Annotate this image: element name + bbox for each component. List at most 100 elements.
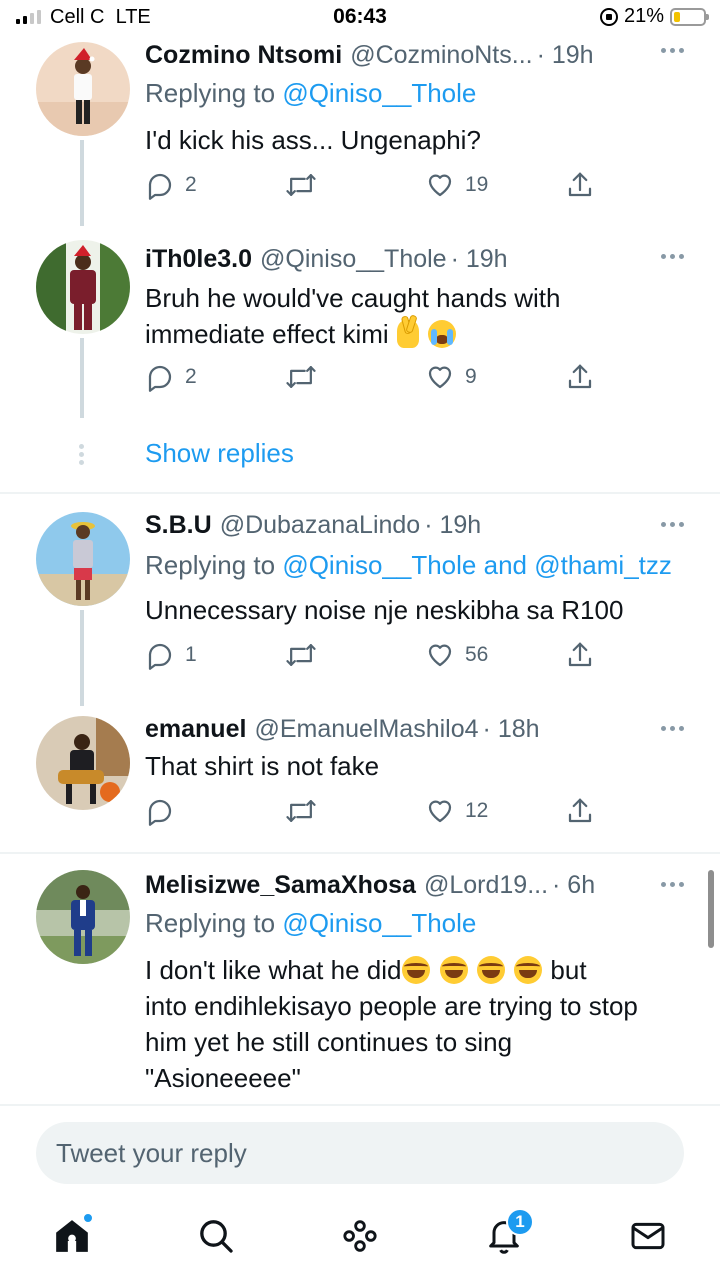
more-icon[interactable] [661, 726, 684, 731]
share-button[interactable] [565, 640, 595, 670]
thread-continuation-dots [79, 444, 84, 465]
reply-button[interactable]: 2 [145, 362, 197, 392]
reply-count: 2 [185, 365, 197, 388]
mail-icon [631, 1222, 665, 1250]
tweet-actions: 2 9 [145, 362, 605, 394]
tweet[interactable]: Cozmino Ntsomi @CozminoNts... · 19h Repl… [0, 36, 720, 226]
tweet-text: Unnecessary noise nje neskibha sa R100 [145, 595, 624, 625]
like-icon [428, 366, 452, 389]
replying-to: Replying to @Qiniso__Thole and @thami_tz… [145, 550, 672, 580]
reply-icon [148, 799, 172, 826]
tweet-time[interactable]: · 6h [552, 871, 595, 900]
thread-line [80, 610, 84, 706]
like-button[interactable]: 12 [425, 796, 488, 826]
crossed-fingers-emoji [396, 320, 419, 348]
more-icon[interactable] [661, 48, 684, 53]
like-button[interactable]: 56 [425, 640, 488, 670]
retweet-button[interactable] [285, 362, 317, 392]
replying-to: Replying to @Qiniso__Thole [145, 78, 477, 108]
laughing-emoji [476, 956, 505, 984]
reply-count: 1 [185, 643, 197, 666]
like-icon [428, 800, 452, 823]
scrollbar[interactable] [708, 870, 714, 948]
avatar[interactable] [36, 240, 130, 334]
nav-spaces[interactable] [338, 1214, 382, 1258]
reply-icon [148, 365, 172, 392]
share-icon [568, 642, 592, 667]
tweet-text: Bruh he would've caught hands with immed… [145, 283, 561, 349]
more-icon[interactable] [661, 254, 684, 259]
mention-link[interactable]: @Qiniso__Thole [282, 78, 476, 108]
tweet-text: That shirt is not fake [145, 751, 380, 781]
retweet-button[interactable] [285, 170, 317, 200]
tweet[interactable]: emanuel @EmanuelMashilo4 · 18h That shir… [0, 706, 720, 852]
more-icon[interactable] [661, 882, 684, 887]
share-button[interactable] [565, 170, 595, 200]
thread-line [80, 338, 84, 418]
like-count: 56 [465, 643, 489, 666]
mention-link[interactable]: @Qiniso__Thole [282, 908, 476, 938]
tweet-time[interactable]: · 18h [483, 715, 540, 744]
like-button[interactable]: 19 [425, 170, 488, 200]
show-replies-link[interactable]: Show replies [145, 438, 294, 469]
search-icon [200, 1220, 233, 1253]
orientation-lock-icon [599, 7, 618, 26]
user-handle[interactable]: @CozminoNts... [350, 41, 532, 70]
user-handle[interactable]: @DubazanaLindo [220, 511, 421, 540]
reply-icon [148, 643, 172, 670]
like-button[interactable]: 9 [425, 362, 477, 392]
avatar[interactable] [36, 870, 130, 964]
retweet-icon [286, 800, 316, 822]
reply-button[interactable]: 1 [145, 640, 197, 670]
user-handle[interactable]: @EmanuelMashilo4 [254, 715, 478, 744]
display-name[interactable]: S.B.U [145, 511, 212, 540]
reply-input[interactable] [36, 1122, 684, 1184]
battery-percent: 21% [623, 5, 664, 27]
laughing-emoji [514, 956, 543, 984]
share-button[interactable] [565, 362, 595, 392]
share-button[interactable] [565, 796, 595, 826]
tweet-actions: 12 [145, 796, 605, 828]
reply-button[interactable] [145, 796, 185, 826]
laughing-emoji [402, 956, 431, 984]
share-icon [568, 364, 592, 389]
tweet[interactable]: iTh0le3.0 @Qiniso__Thole · 19h Bruh he w… [0, 226, 720, 426]
tweet-text: I'd kick his ass... Ungenaphi? [145, 125, 481, 155]
notification-badge: 1 [506, 1208, 534, 1236]
nav-messages[interactable] [626, 1214, 670, 1258]
reply-composer [0, 1104, 720, 1200]
user-handle[interactable]: @Qiniso__Thole [260, 245, 447, 274]
user-handle[interactable]: @Lord19... [424, 871, 548, 900]
tweet-time[interactable]: · 19h [451, 245, 508, 274]
tweet-time[interactable]: · 19h [424, 511, 481, 540]
retweet-icon [286, 366, 316, 388]
mention-link[interactable]: @thami_tzz [534, 550, 672, 580]
laughing-emoji [439, 956, 468, 984]
tweet-actions: 2 19 [145, 170, 605, 202]
tweet[interactable]: S.B.U @DubazanaLindo · 19h Replying to @… [0, 494, 720, 706]
nav-search[interactable] [194, 1214, 238, 1258]
avatar[interactable] [36, 42, 130, 136]
retweet-button[interactable] [285, 640, 317, 670]
more-icon[interactable] [661, 522, 684, 527]
tweet-time[interactable]: · 19h [537, 41, 594, 70]
tweet-text: I don't like what he did but into endihl… [145, 955, 638, 1093]
reply-button[interactable]: 2 [145, 170, 197, 200]
reply-icon [148, 173, 172, 200]
display-name[interactable]: emanuel [145, 715, 246, 744]
display-name[interactable]: iTh0le3.0 [145, 245, 252, 274]
tweet[interactable]: Melisizwe_SamaXhosa @Lord19... · 6h Repl… [0, 854, 720, 1104]
thread-line [80, 140, 84, 226]
display-name[interactable]: Melisizwe_SamaXhosa [145, 871, 416, 900]
retweet-icon [286, 174, 316, 196]
nav-home[interactable] [50, 1212, 94, 1258]
like-count: 12 [465, 799, 489, 822]
retweet-button[interactable] [285, 796, 317, 826]
nav-notifications[interactable]: 1 [482, 1208, 534, 1258]
mention-link[interactable]: @Qiniso__Thole [282, 550, 476, 580]
spaces-icon [343, 1220, 377, 1252]
display-name[interactable]: Cozmino Ntsomi [145, 41, 342, 70]
status-bar: Cell C LTE 06:43 21% [0, 0, 720, 36]
avatar[interactable] [36, 716, 130, 810]
avatar[interactable] [36, 512, 130, 606]
